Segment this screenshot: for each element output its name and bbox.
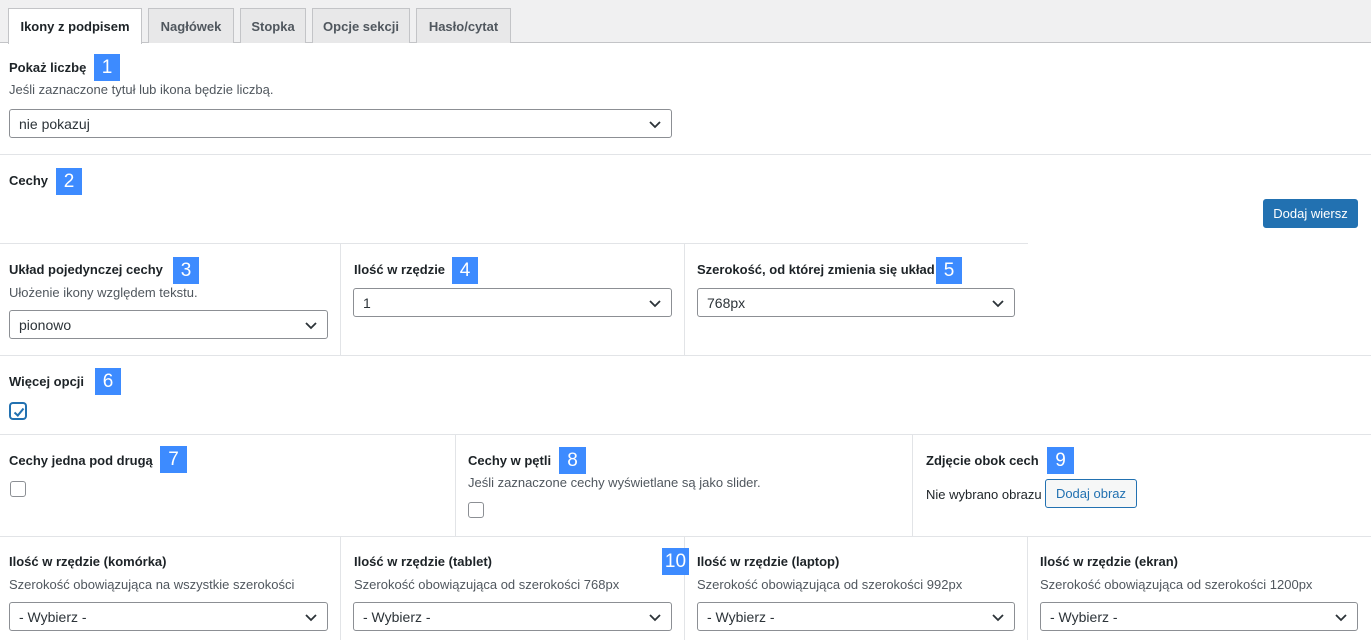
chevron-down-icon	[649, 121, 661, 129]
per-row-mobile-description: Szerokość obowiązująca na wszystkie szer…	[9, 577, 295, 592]
column-divider	[340, 243, 341, 355]
per-row-screen-description: Szerokość obowiązująca od szerokości 120…	[1040, 577, 1313, 592]
chevron-down-icon	[305, 322, 317, 330]
column-divider	[340, 536, 341, 640]
marker-badge-10: 10	[662, 548, 689, 575]
marker-badge-3: 3	[173, 257, 199, 284]
add-image-button[interactable]: Dodaj obraz	[1045, 479, 1137, 508]
chevron-down-icon	[992, 300, 1004, 308]
checkmark-icon	[13, 407, 25, 417]
single-layout-select[interactable]: pionowo	[9, 310, 328, 339]
divider	[0, 154, 1371, 155]
tab-icons-with-caption[interactable]: Ikony z podpisem	[8, 8, 142, 44]
layout-width-label: Szerokość, od której zmienia się układ	[697, 262, 935, 277]
tab-quote[interactable]: Hasło/cytat	[416, 8, 511, 43]
per-row-laptop-value: - Wybierz -	[707, 608, 775, 625]
per-row-label: Ilość w rzędzie	[354, 262, 446, 277]
column-divider	[1027, 536, 1028, 640]
show-number-select[interactable]: nie pokazuj	[9, 109, 672, 138]
per-row-screen-select[interactable]: - Wybierz -	[1040, 602, 1358, 631]
stacked-label: Cechy jedna pod drugą	[9, 453, 153, 468]
per-row-tablet-description: Szerokość obowiązująca od szerokości 768…	[354, 577, 620, 592]
loop-description: Jeśli zaznaczone cechy wyświetlane są ja…	[468, 475, 761, 490]
more-options-checkbox[interactable]	[10, 403, 26, 419]
per-row-laptop-select[interactable]: - Wybierz -	[697, 602, 1015, 631]
no-image-text: Nie wybrano obrazu	[926, 487, 1042, 502]
per-row-tablet-value: - Wybierz -	[363, 608, 431, 625]
per-row-select[interactable]: 1	[353, 288, 672, 317]
features-label: Cechy	[9, 173, 49, 188]
per-row-value: 1	[363, 294, 371, 311]
chevron-down-icon	[992, 614, 1004, 622]
chevron-down-icon	[1335, 614, 1347, 622]
chevron-down-icon	[649, 614, 661, 622]
show-number-value: nie pokazuj	[19, 115, 90, 132]
marker-badge-8: 8	[559, 447, 586, 474]
per-row-tablet-select[interactable]: - Wybierz -	[353, 602, 672, 631]
per-row-mobile-label: Ilość w rzędzie (komórka)	[9, 554, 167, 569]
tab-header[interactable]: Nagłówek	[148, 8, 234, 43]
divider	[0, 536, 1371, 537]
loop-label: Cechy w pętli	[468, 453, 552, 468]
marker-badge-2: 2	[56, 168, 82, 195]
chevron-down-icon	[649, 300, 661, 308]
divider	[0, 243, 1028, 244]
per-row-tablet-label: Ilość w rzędzie (tablet)	[354, 554, 492, 569]
tab-section-options[interactable]: Opcje sekcji	[312, 8, 410, 43]
marker-badge-1: 1	[94, 54, 120, 81]
loop-checkbox[interactable]	[468, 502, 484, 518]
marker-badge-6: 6	[95, 368, 121, 395]
image-label: Zdjęcie obok cech	[926, 453, 1039, 468]
tab-footer[interactable]: Stopka	[240, 8, 306, 43]
single-layout-description: Ułożenie ikony względem tekstu.	[9, 285, 198, 300]
per-row-screen-value: - Wybierz -	[1050, 608, 1118, 625]
marker-badge-9: 9	[1047, 447, 1074, 474]
column-divider	[684, 243, 685, 355]
show-number-label: Pokaż liczbę	[9, 60, 87, 75]
divider	[0, 355, 1371, 356]
divider	[0, 434, 1371, 435]
marker-badge-5: 5	[936, 257, 962, 284]
per-row-laptop-label: Ilość w rzędzie (laptop)	[697, 554, 840, 569]
chevron-down-icon	[305, 614, 317, 622]
per-row-mobile-select[interactable]: - Wybierz -	[9, 602, 328, 631]
more-options-label: Więcej opcji	[9, 374, 85, 389]
layout-width-value: 768px	[707, 294, 746, 311]
add-row-button[interactable]: Dodaj wiersz	[1263, 199, 1358, 228]
column-divider	[912, 434, 913, 536]
per-row-mobile-value: - Wybierz -	[19, 608, 87, 625]
single-layout-label: Układ pojedynczej cechy	[9, 262, 163, 277]
layout-width-select[interactable]: 768px	[697, 288, 1015, 317]
show-number-description: Jeśli zaznaczone tytuł lub ikona będzie …	[9, 82, 274, 97]
tab-bar: Ikony z podpisem Nagłówek Stopka Opcje s…	[0, 0, 1371, 44]
column-divider	[455, 434, 456, 536]
stacked-checkbox[interactable]	[10, 481, 26, 497]
marker-badge-4: 4	[452, 257, 478, 284]
per-row-laptop-description: Szerokość obowiązująca od szerokości 992…	[697, 577, 963, 592]
single-layout-value: pionowo	[19, 316, 72, 333]
per-row-screen-label: Ilość w rzędzie (ekran)	[1040, 554, 1178, 569]
marker-badge-7: 7	[160, 446, 187, 473]
